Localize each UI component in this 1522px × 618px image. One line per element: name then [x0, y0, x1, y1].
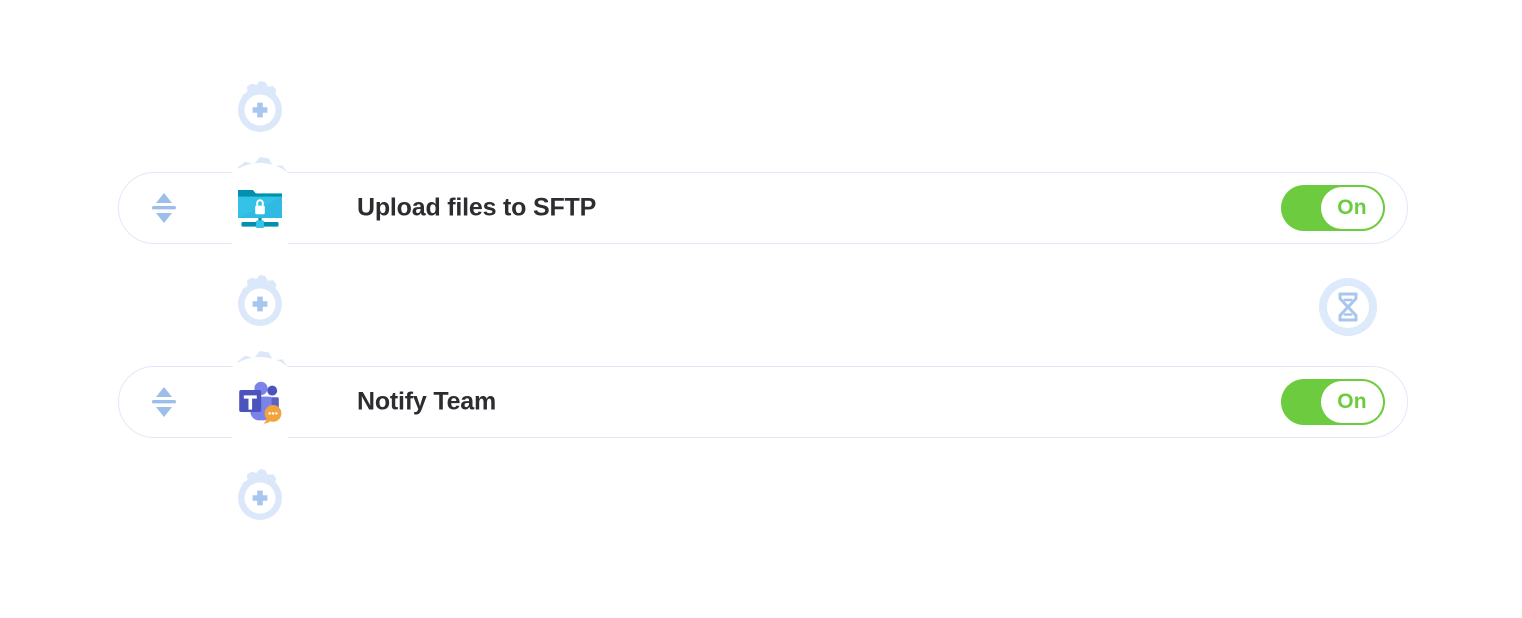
drag-updown-icon [152, 387, 176, 417]
toggle-knob: On [1321, 381, 1383, 423]
step-toggle[interactable]: On [1281, 379, 1385, 425]
plus-gear-icon [238, 469, 282, 520]
add-step-bottom-button[interactable] [229, 467, 291, 529]
step-app-icon-node[interactable] [205, 153, 315, 263]
drag-handle[interactable] [147, 189, 181, 227]
step-title: Notify Team [357, 387, 497, 416]
toggle-label: On [1337, 196, 1367, 219]
add-step-top-button[interactable] [229, 79, 291, 141]
delay-chip-inner [1327, 286, 1369, 328]
step-app-icon-node[interactable] [205, 347, 315, 457]
workflow-canvas: Upload files to SFTP On Notify Team On [0, 0, 1522, 618]
drag-updown-icon [152, 193, 176, 223]
add-step-middle-button[interactable] [229, 273, 291, 335]
plus-gear-icon [238, 81, 282, 132]
toggle-knob: On [1321, 187, 1383, 229]
step-toggle[interactable]: On [1281, 185, 1385, 231]
delay-hourglass-button[interactable] [1319, 278, 1377, 336]
app-icon-bubble[interactable] [215, 357, 305, 447]
plus-gear-icon [238, 275, 282, 326]
step-title: Upload files to SFTP [357, 193, 597, 222]
sftp-folder-lock-icon [238, 190, 282, 228]
app-icon-bubble[interactable] [215, 163, 305, 253]
hourglass-icon [1338, 292, 1358, 322]
drag-handle[interactable] [147, 383, 181, 421]
toggle-label: On [1337, 390, 1367, 413]
microsoft-teams-icon [239, 381, 282, 424]
